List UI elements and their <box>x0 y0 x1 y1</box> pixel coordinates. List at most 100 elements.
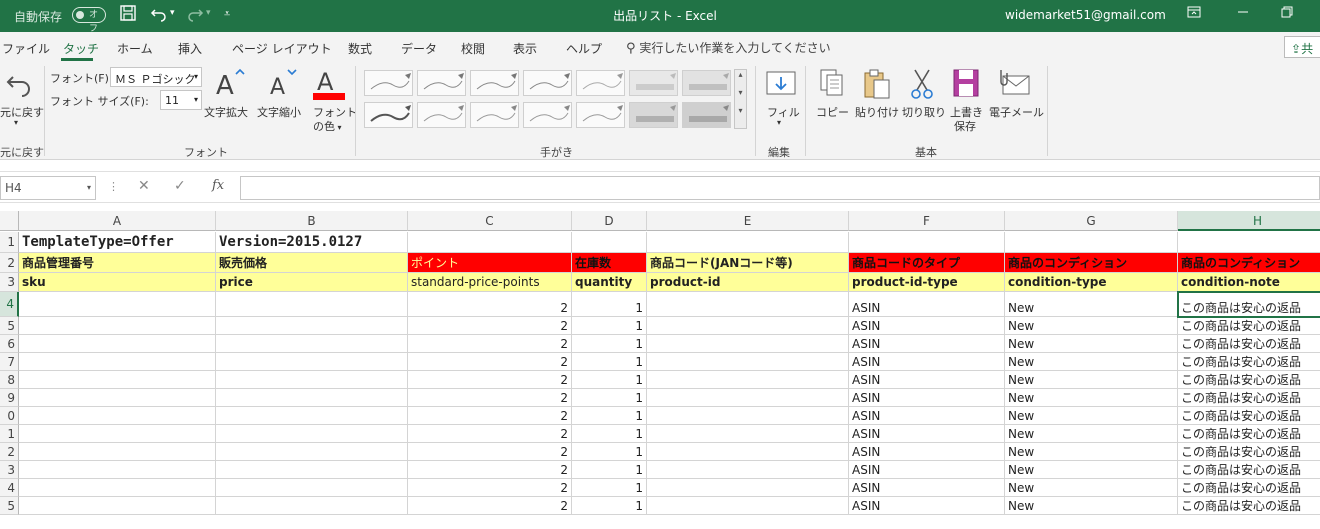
column-header-b[interactable]: B <box>216 211 408 231</box>
cell-g[interactable]: New <box>1005 292 1178 317</box>
tell-me-box[interactable]: ⚲ 実行したい作業を入力してください <box>626 39 831 56</box>
cell-g[interactable]: New <box>1005 335 1178 353</box>
cell-e[interactable] <box>647 292 849 317</box>
cell-d[interactable]: 1 <box>572 461 647 479</box>
field-name-c[interactable]: standard-price-points <box>408 273 572 292</box>
tab-formulas[interactable]: 数式 <box>348 40 372 57</box>
shrink-font-icon[interactable]: A <box>268 66 300 103</box>
pen-8-icon[interactable] <box>470 102 519 128</box>
shrink-font-label[interactable]: 文字縮小 <box>257 104 301 120</box>
cell-c1[interactable] <box>408 232 572 253</box>
cell-a[interactable] <box>19 389 216 407</box>
cell-a[interactable] <box>19 353 216 371</box>
cell-h[interactable]: この商品は安心の返品 <box>1178 371 1320 389</box>
field-name-g[interactable]: condition-type <box>1005 273 1178 292</box>
row-header[interactable]: 8 <box>0 371 19 389</box>
chevron-down-icon[interactable]: ▾ <box>777 118 781 127</box>
field-name-a[interactable]: sku <box>19 273 216 292</box>
column-header-e[interactable]: E <box>647 211 849 231</box>
row-header[interactable]: 1 <box>0 232 19 253</box>
cell-g[interactable]: New <box>1005 353 1178 371</box>
header-label-h[interactable]: 商品のコンディション <box>1178 253 1320 273</box>
cell-c[interactable]: 2 <box>408 292 572 317</box>
cell-e[interactable] <box>647 371 849 389</box>
field-name-e[interactable]: product-id <box>647 273 849 292</box>
cell-d[interactable]: 1 <box>572 389 647 407</box>
field-name-f[interactable]: product-id-type <box>849 273 1005 292</box>
tab-view[interactable]: 表示 <box>513 40 537 57</box>
font-color-label-2[interactable]: の色 ▾ <box>313 118 342 134</box>
save-large-icon[interactable] <box>952 68 980 101</box>
cell-b[interactable] <box>216 353 408 371</box>
gallery-scroll[interactable]: ▴ ▾ ▾ <box>734 69 747 129</box>
row-header[interactable]: 0 <box>0 407 19 425</box>
cell-d[interactable]: 1 <box>572 292 647 317</box>
pen-9-icon[interactable] <box>523 102 572 128</box>
header-label-f[interactable]: 商品コードのタイプ <box>849 253 1005 273</box>
cell-e[interactable] <box>647 317 849 335</box>
cell-c[interactable]: 2 <box>408 371 572 389</box>
cell-f[interactable]: ASIN <box>849 407 1005 425</box>
cell-h[interactable]: この商品は安心の返品 <box>1178 389 1320 407</box>
cell-h[interactable]: この商品は安心の返品 <box>1178 335 1320 353</box>
ribbon-display-options-icon[interactable] <box>1187 6 1201 22</box>
tab-data[interactable]: データ <box>401 40 437 57</box>
undo-large-icon[interactable] <box>4 68 34 101</box>
fill-label[interactable]: フィル <box>767 104 800 120</box>
pen-3-icon[interactable] <box>470 70 519 96</box>
copy-label[interactable]: コピー <box>816 104 849 120</box>
cell-a1[interactable]: TemplateType=Offer <box>19 232 216 253</box>
enter-icon[interactable]: ✓ <box>174 178 186 194</box>
grow-font-label[interactable]: 文字拡大 <box>204 104 248 120</box>
row-header[interactable]: 7 <box>0 353 19 371</box>
tab-review[interactable]: 校閲 <box>461 40 485 57</box>
cell-h[interactable]: この商品は安心の返品 <box>1178 317 1320 335</box>
cell-e[interactable] <box>647 407 849 425</box>
pen-4-icon[interactable] <box>523 70 572 96</box>
cell-b[interactable] <box>216 371 408 389</box>
cell-b[interactable] <box>216 497 408 515</box>
pen-7-icon[interactable] <box>417 102 466 128</box>
cell-b[interactable] <box>216 407 408 425</box>
cell-f[interactable]: ASIN <box>849 443 1005 461</box>
cell-a[interactable] <box>19 425 216 443</box>
cell-g[interactable]: New <box>1005 425 1178 443</box>
cell-e[interactable] <box>647 497 849 515</box>
cell-d[interactable]: 1 <box>572 425 647 443</box>
cell-g[interactable]: New <box>1005 389 1178 407</box>
email-icon[interactable] <box>997 68 1031 101</box>
header-label-d[interactable]: 在庫数 <box>572 253 647 273</box>
cell-e[interactable] <box>647 461 849 479</box>
row-header[interactable]: 3 <box>0 461 19 479</box>
highlighter-1-icon[interactable] <box>629 70 678 96</box>
font-name-select[interactable]: ＭＳ Ｐゴシック ▾ <box>110 67 202 87</box>
cell-g[interactable]: New <box>1005 443 1178 461</box>
insert-function-icon[interactable]: fx <box>212 178 224 193</box>
cell-f[interactable]: ASIN <box>849 353 1005 371</box>
column-header-g[interactable]: G <box>1005 211 1178 231</box>
grow-font-icon[interactable]: A <box>214 66 246 103</box>
cell-c[interactable]: 2 <box>408 479 572 497</box>
column-header-h[interactable]: H <box>1178 211 1320 231</box>
undo-label[interactable]: 元に戻す <box>0 104 44 120</box>
cell-h1[interactable] <box>1178 232 1320 253</box>
cell-g[interactable]: New <box>1005 461 1178 479</box>
cell-d[interactable]: 1 <box>572 335 647 353</box>
header-label-b[interactable]: 販売価格 <box>216 253 408 273</box>
cell-g[interactable]: New <box>1005 497 1178 515</box>
more-options-icon[interactable]: ⋮ <box>108 180 119 193</box>
cell-a[interactable] <box>19 335 216 353</box>
cell-d[interactable]: 1 <box>572 317 647 335</box>
highlighter-3-icon[interactable] <box>629 102 678 128</box>
cell-c[interactable]: 2 <box>408 443 572 461</box>
row-header[interactable]: 6 <box>0 335 19 353</box>
name-box[interactable]: H4 ▾ <box>0 176 96 200</box>
header-label-c[interactable]: ポイント <box>408 253 572 273</box>
fill-icon[interactable] <box>765 68 797 101</box>
cell-d1[interactable] <box>572 232 647 253</box>
cell-a[interactable] <box>19 292 216 317</box>
row-header[interactable]: 5 <box>0 317 19 335</box>
cell-h[interactable]: この商品は安心の返品 <box>1178 479 1320 497</box>
cell-g1[interactable] <box>1005 232 1178 253</box>
cell-g[interactable]: New <box>1005 317 1178 335</box>
